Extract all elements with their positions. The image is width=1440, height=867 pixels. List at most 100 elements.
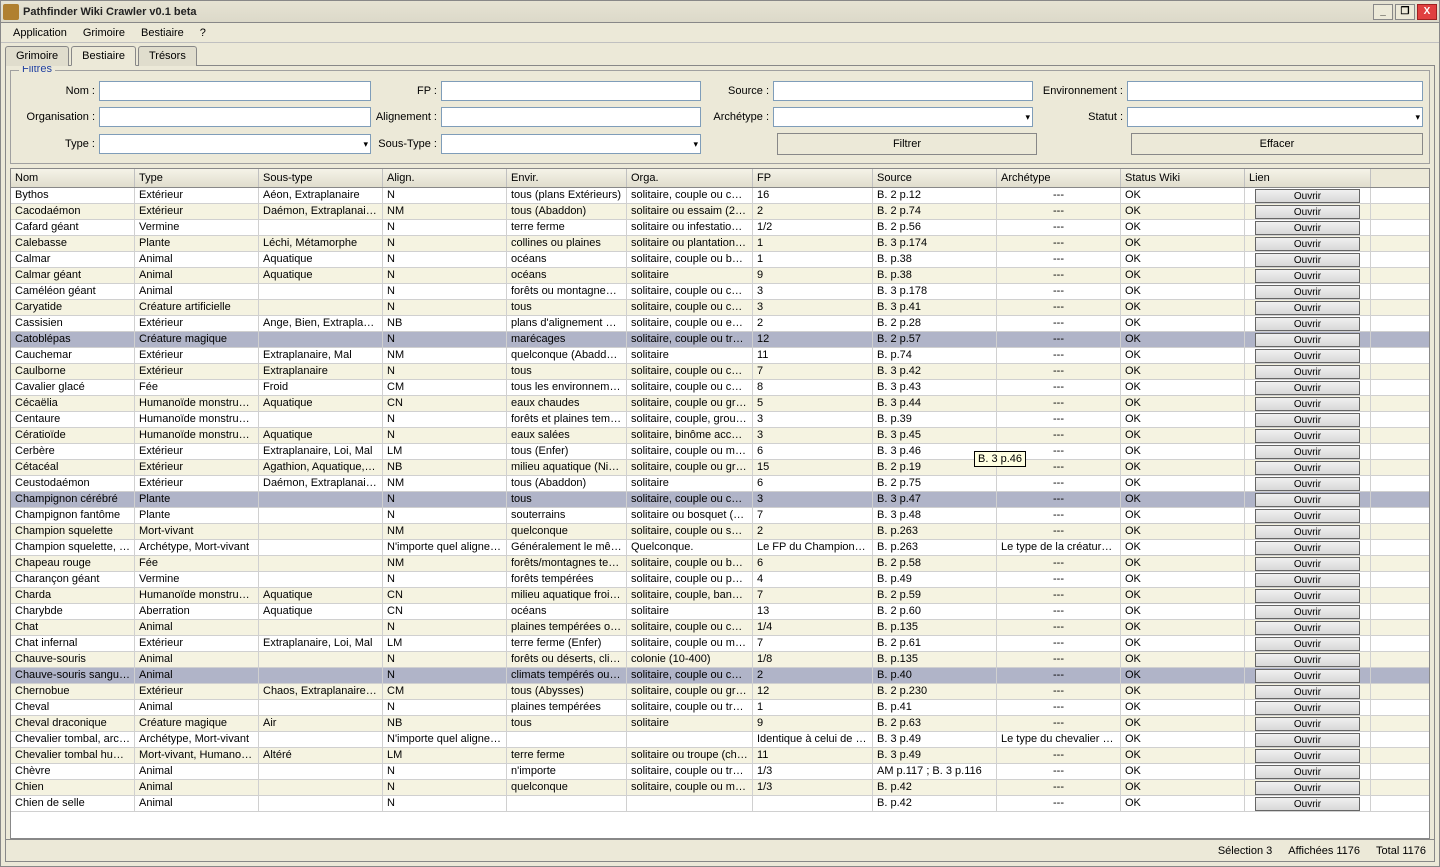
close-button[interactable]: X: [1417, 4, 1437, 20]
col-lien[interactable]: Lien: [1245, 169, 1371, 187]
open-button[interactable]: Ouvrir: [1255, 653, 1360, 667]
open-button[interactable]: Ouvrir: [1255, 541, 1360, 555]
open-button[interactable]: Ouvrir: [1255, 461, 1360, 475]
col-align[interactable]: Align.: [383, 169, 507, 187]
open-button[interactable]: Ouvrir: [1255, 413, 1360, 427]
input-source[interactable]: [773, 81, 1033, 101]
open-button[interactable]: Ouvrir: [1255, 781, 1360, 795]
open-button[interactable]: Ouvrir: [1255, 237, 1360, 251]
table-row[interactable]: ChardaHumanoïde monstrueuxAquatiqueCNmil…: [11, 588, 1429, 604]
table-row[interactable]: ChatAnimalNplaines tempérées ou c...soli…: [11, 620, 1429, 636]
open-button[interactable]: Ouvrir: [1255, 669, 1360, 683]
menu-application[interactable]: Application: [5, 25, 75, 41]
table-row[interactable]: BythosExtérieurAéon, ExtraplanaireNtous …: [11, 188, 1429, 204]
table-row[interactable]: ChienAnimalNquelconquesolitaire, couple …: [11, 780, 1429, 796]
tab-tresors[interactable]: Trésors: [138, 46, 197, 66]
table-row[interactable]: Chien de selleAnimalNB. p.42---OKOuvrir: [11, 796, 1429, 812]
open-button[interactable]: Ouvrir: [1255, 429, 1360, 443]
open-button[interactable]: Ouvrir: [1255, 285, 1360, 299]
table-row[interactable]: CeustodaémonExtérieurDaémon, Extraplanai…: [11, 476, 1429, 492]
open-button[interactable]: Ouvrir: [1255, 621, 1360, 635]
col-type[interactable]: Type: [135, 169, 259, 187]
col-orga[interactable]: Orga.: [627, 169, 753, 187]
table-row[interactable]: CaulborneExtérieurExtraplanaireNtoussoli…: [11, 364, 1429, 380]
open-button[interactable]: Ouvrir: [1255, 557, 1360, 571]
open-button[interactable]: Ouvrir: [1255, 605, 1360, 619]
table-row[interactable]: Cafard géantVermineNterre fermesolitaire…: [11, 220, 1429, 236]
table-row[interactable]: Champion squeletteMort-vivantNMquelconqu…: [11, 524, 1429, 540]
select-type[interactable]: [99, 134, 371, 154]
open-button[interactable]: Ouvrir: [1255, 381, 1360, 395]
table-row[interactable]: CentaureHumanoïde monstrueuxNforêts et p…: [11, 412, 1429, 428]
table-row[interactable]: ChernobueExtérieurChaos, Extraplanaire, …: [11, 684, 1429, 700]
open-button[interactable]: Ouvrir: [1255, 349, 1360, 363]
table-row[interactable]: CatoblépasCréature magiqueNmarécagessoli…: [11, 332, 1429, 348]
table-row[interactable]: Cheval draconiqueCréature magiqueAirNBto…: [11, 716, 1429, 732]
open-button[interactable]: Ouvrir: [1255, 477, 1360, 491]
open-button[interactable]: Ouvrir: [1255, 269, 1360, 283]
open-button[interactable]: Ouvrir: [1255, 589, 1360, 603]
table-row[interactable]: Chat infernalExtérieurExtraplanaire, Loi…: [11, 636, 1429, 652]
input-nom[interactable]: [99, 81, 371, 101]
open-button[interactable]: Ouvrir: [1255, 493, 1360, 507]
table-row[interactable]: Chauve-souris sanguin...AnimalNclimats t…: [11, 668, 1429, 684]
select-statut[interactable]: [1127, 107, 1423, 127]
input-env[interactable]: [1127, 81, 1423, 101]
open-button[interactable]: Ouvrir: [1255, 573, 1360, 587]
open-button[interactable]: Ouvrir: [1255, 333, 1360, 347]
open-button[interactable]: Ouvrir: [1255, 397, 1360, 411]
tab-bestiaire[interactable]: Bestiaire: [71, 46, 136, 66]
col-nom[interactable]: Nom: [11, 169, 135, 187]
table-row[interactable]: Calmar géantAnimalAquatiqueNocéanssolita…: [11, 268, 1429, 284]
maximize-button[interactable]: ❐: [1395, 4, 1415, 20]
table-row[interactable]: Caméléon géantAnimalNforêts ou montagnes…: [11, 284, 1429, 300]
col-status[interactable]: Status Wiki: [1121, 169, 1245, 187]
menu-help[interactable]: ?: [192, 25, 214, 41]
table-row[interactable]: ChèvreAnimalNn'importesolitaire, couple …: [11, 764, 1429, 780]
table-row[interactable]: Champignon fantômePlanteNsouterrainssoli…: [11, 508, 1429, 524]
open-button[interactable]: Ouvrir: [1255, 221, 1360, 235]
table-row[interactable]: CacodaémonExtérieurDaémon, Extraplanaire…: [11, 204, 1429, 220]
table-row[interactable]: CalebassePlanteLéchi, MétamorpheNcolline…: [11, 236, 1429, 252]
open-button[interactable]: Ouvrir: [1255, 765, 1360, 779]
select-soustype[interactable]: [441, 134, 701, 154]
filter-button[interactable]: Filtrer: [777, 133, 1037, 155]
input-fp[interactable]: [441, 81, 701, 101]
col-soustype[interactable]: Sous-type: [259, 169, 383, 187]
tab-grimoire[interactable]: Grimoire: [5, 46, 69, 66]
table-row[interactable]: Cavalier glacéFéeFroidCMtous les environ…: [11, 380, 1429, 396]
menu-grimoire[interactable]: Grimoire: [75, 25, 133, 41]
table-row[interactable]: Chevalier tombal humainMort-vivant, Huma…: [11, 748, 1429, 764]
clear-button[interactable]: Effacer: [1131, 133, 1423, 155]
col-source[interactable]: Source: [873, 169, 997, 187]
open-button[interactable]: Ouvrir: [1255, 525, 1360, 539]
input-orga[interactable]: [99, 107, 371, 127]
table-row[interactable]: CaryatideCréature artificielleNtoussolit…: [11, 300, 1429, 316]
table-row[interactable]: Champignon cérébréPlanteNtoussolitaire, …: [11, 492, 1429, 508]
table-row[interactable]: CalmarAnimalAquatiqueNocéanssolitaire, c…: [11, 252, 1429, 268]
open-button[interactable]: Ouvrir: [1255, 637, 1360, 651]
open-button[interactable]: Ouvrir: [1255, 685, 1360, 699]
table-row[interactable]: CharybdeAberrationAquatiqueCNocéanssolit…: [11, 604, 1429, 620]
table-row[interactable]: ChevalAnimalNplaines tempéréessolitaire,…: [11, 700, 1429, 716]
open-button[interactable]: Ouvrir: [1255, 797, 1360, 811]
open-button[interactable]: Ouvrir: [1255, 317, 1360, 331]
open-button[interactable]: Ouvrir: [1255, 253, 1360, 267]
open-button[interactable]: Ouvrir: [1255, 733, 1360, 747]
table-row[interactable]: CauchemarExtérieurExtraplanaire, MalNMqu…: [11, 348, 1429, 364]
open-button[interactable]: Ouvrir: [1255, 205, 1360, 219]
table-row[interactable]: Chevalier tombal, arch...Archétype, Mort…: [11, 732, 1429, 748]
select-arch[interactable]: [773, 107, 1033, 127]
menu-bestiaire[interactable]: Bestiaire: [133, 25, 192, 41]
open-button[interactable]: Ouvrir: [1255, 749, 1360, 763]
table-row[interactable]: Charançon géantVermineNforêts tempéréess…: [11, 572, 1429, 588]
table-row[interactable]: Champion squelette, ar...Archétype, Mort…: [11, 540, 1429, 556]
table-row[interactable]: Chapeau rougeFéeNMforêts/montagnes temp.…: [11, 556, 1429, 572]
table-row[interactable]: CécaëliaHumanoïde monstrueuxAquatiqueCNe…: [11, 396, 1429, 412]
open-button[interactable]: Ouvrir: [1255, 509, 1360, 523]
table-row[interactable]: CerbèreExtérieurExtraplanaire, Loi, MalL…: [11, 444, 1429, 460]
col-fp[interactable]: FP: [753, 169, 873, 187]
open-button[interactable]: Ouvrir: [1255, 189, 1360, 203]
table-row[interactable]: Chauve-sourisAnimalNforêts ou déserts, c…: [11, 652, 1429, 668]
col-envir[interactable]: Envir.: [507, 169, 627, 187]
